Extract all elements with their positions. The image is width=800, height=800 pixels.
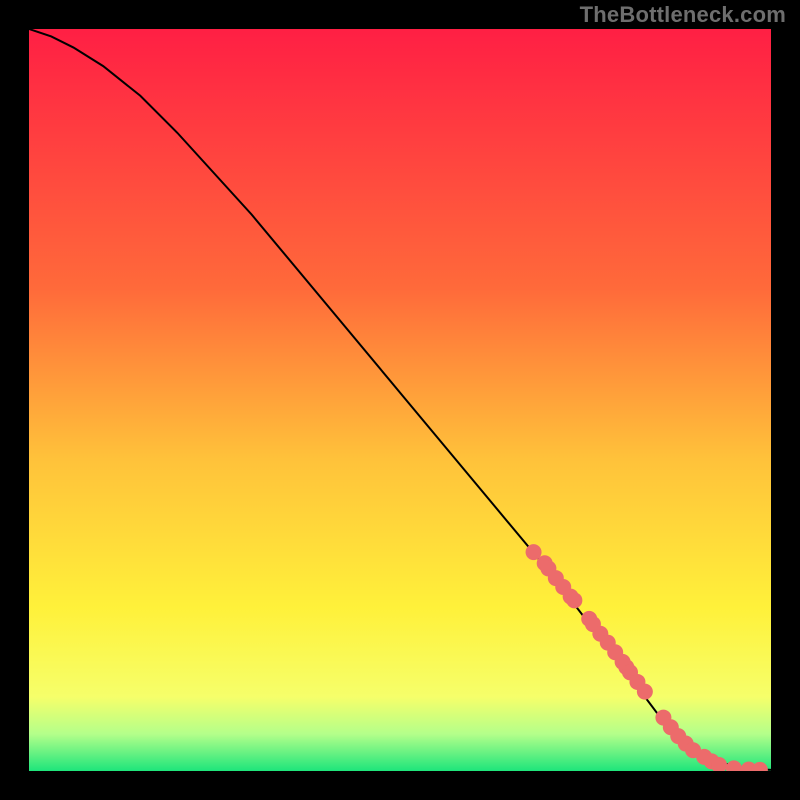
watermark-text: TheBottleneck.com xyxy=(580,2,786,28)
outer-frame: TheBottleneck.com xyxy=(0,0,800,800)
gradient-background xyxy=(29,29,771,771)
chart-svg xyxy=(29,29,771,771)
data-marker xyxy=(566,592,582,608)
chart-area xyxy=(29,29,771,771)
data-marker xyxy=(637,684,653,700)
